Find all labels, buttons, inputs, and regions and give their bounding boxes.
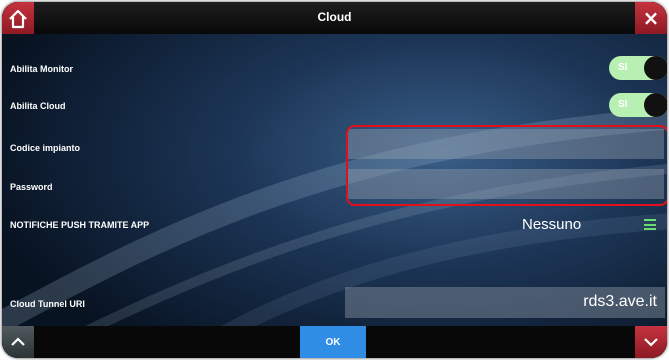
monitor-toggle-text: SI — [618, 62, 628, 73]
toggle-knob — [644, 93, 667, 117]
scroll-up-button[interactable] — [2, 326, 34, 358]
monitor-label: Abilita Monitor — [10, 64, 73, 74]
chevron-up-icon — [11, 337, 25, 346]
monitor-toggle[interactable]: SI — [609, 56, 667, 80]
notifiche-value[interactable]: Nessuno — [522, 216, 581, 233]
cloud-tunnel-label: Cloud Tunnel URI — [10, 299, 85, 309]
toggle-knob — [644, 56, 667, 80]
cloud-toggle-text: SI — [618, 99, 628, 110]
chevron-down-icon — [644, 338, 658, 347]
scroll-down-button[interactable] — [635, 326, 667, 358]
cloud-tunnel-value: rds3.ave.it — [583, 293, 657, 310]
close-icon: × — [642, 6, 660, 30]
cloud-label: Abilita Cloud — [10, 101, 66, 111]
hamburger-menu-icon[interactable] — [644, 219, 656, 230]
cloud-toggle[interactable]: SI — [609, 93, 667, 117]
close-button[interactable]: × — [635, 2, 667, 34]
app-window: Cloud × Abilita Monitor SI Abilita Cloud… — [2, 2, 667, 358]
password-label: Password — [10, 182, 53, 192]
title-bar: Cloud × — [2, 2, 667, 34]
notifiche-label: NOTIFICHE PUSH TRAMITE APP — [10, 220, 150, 230]
page-title: Cloud — [317, 10, 352, 24]
bottom-bar: OK — [2, 326, 667, 358]
ok-button[interactable]: OK — [300, 326, 366, 358]
highlight-box — [346, 125, 667, 206]
codice-impianto-label: Codice impianto — [10, 143, 81, 153]
cloud-tunnel-field[interactable]: rds3.ave.it — [345, 287, 665, 318]
